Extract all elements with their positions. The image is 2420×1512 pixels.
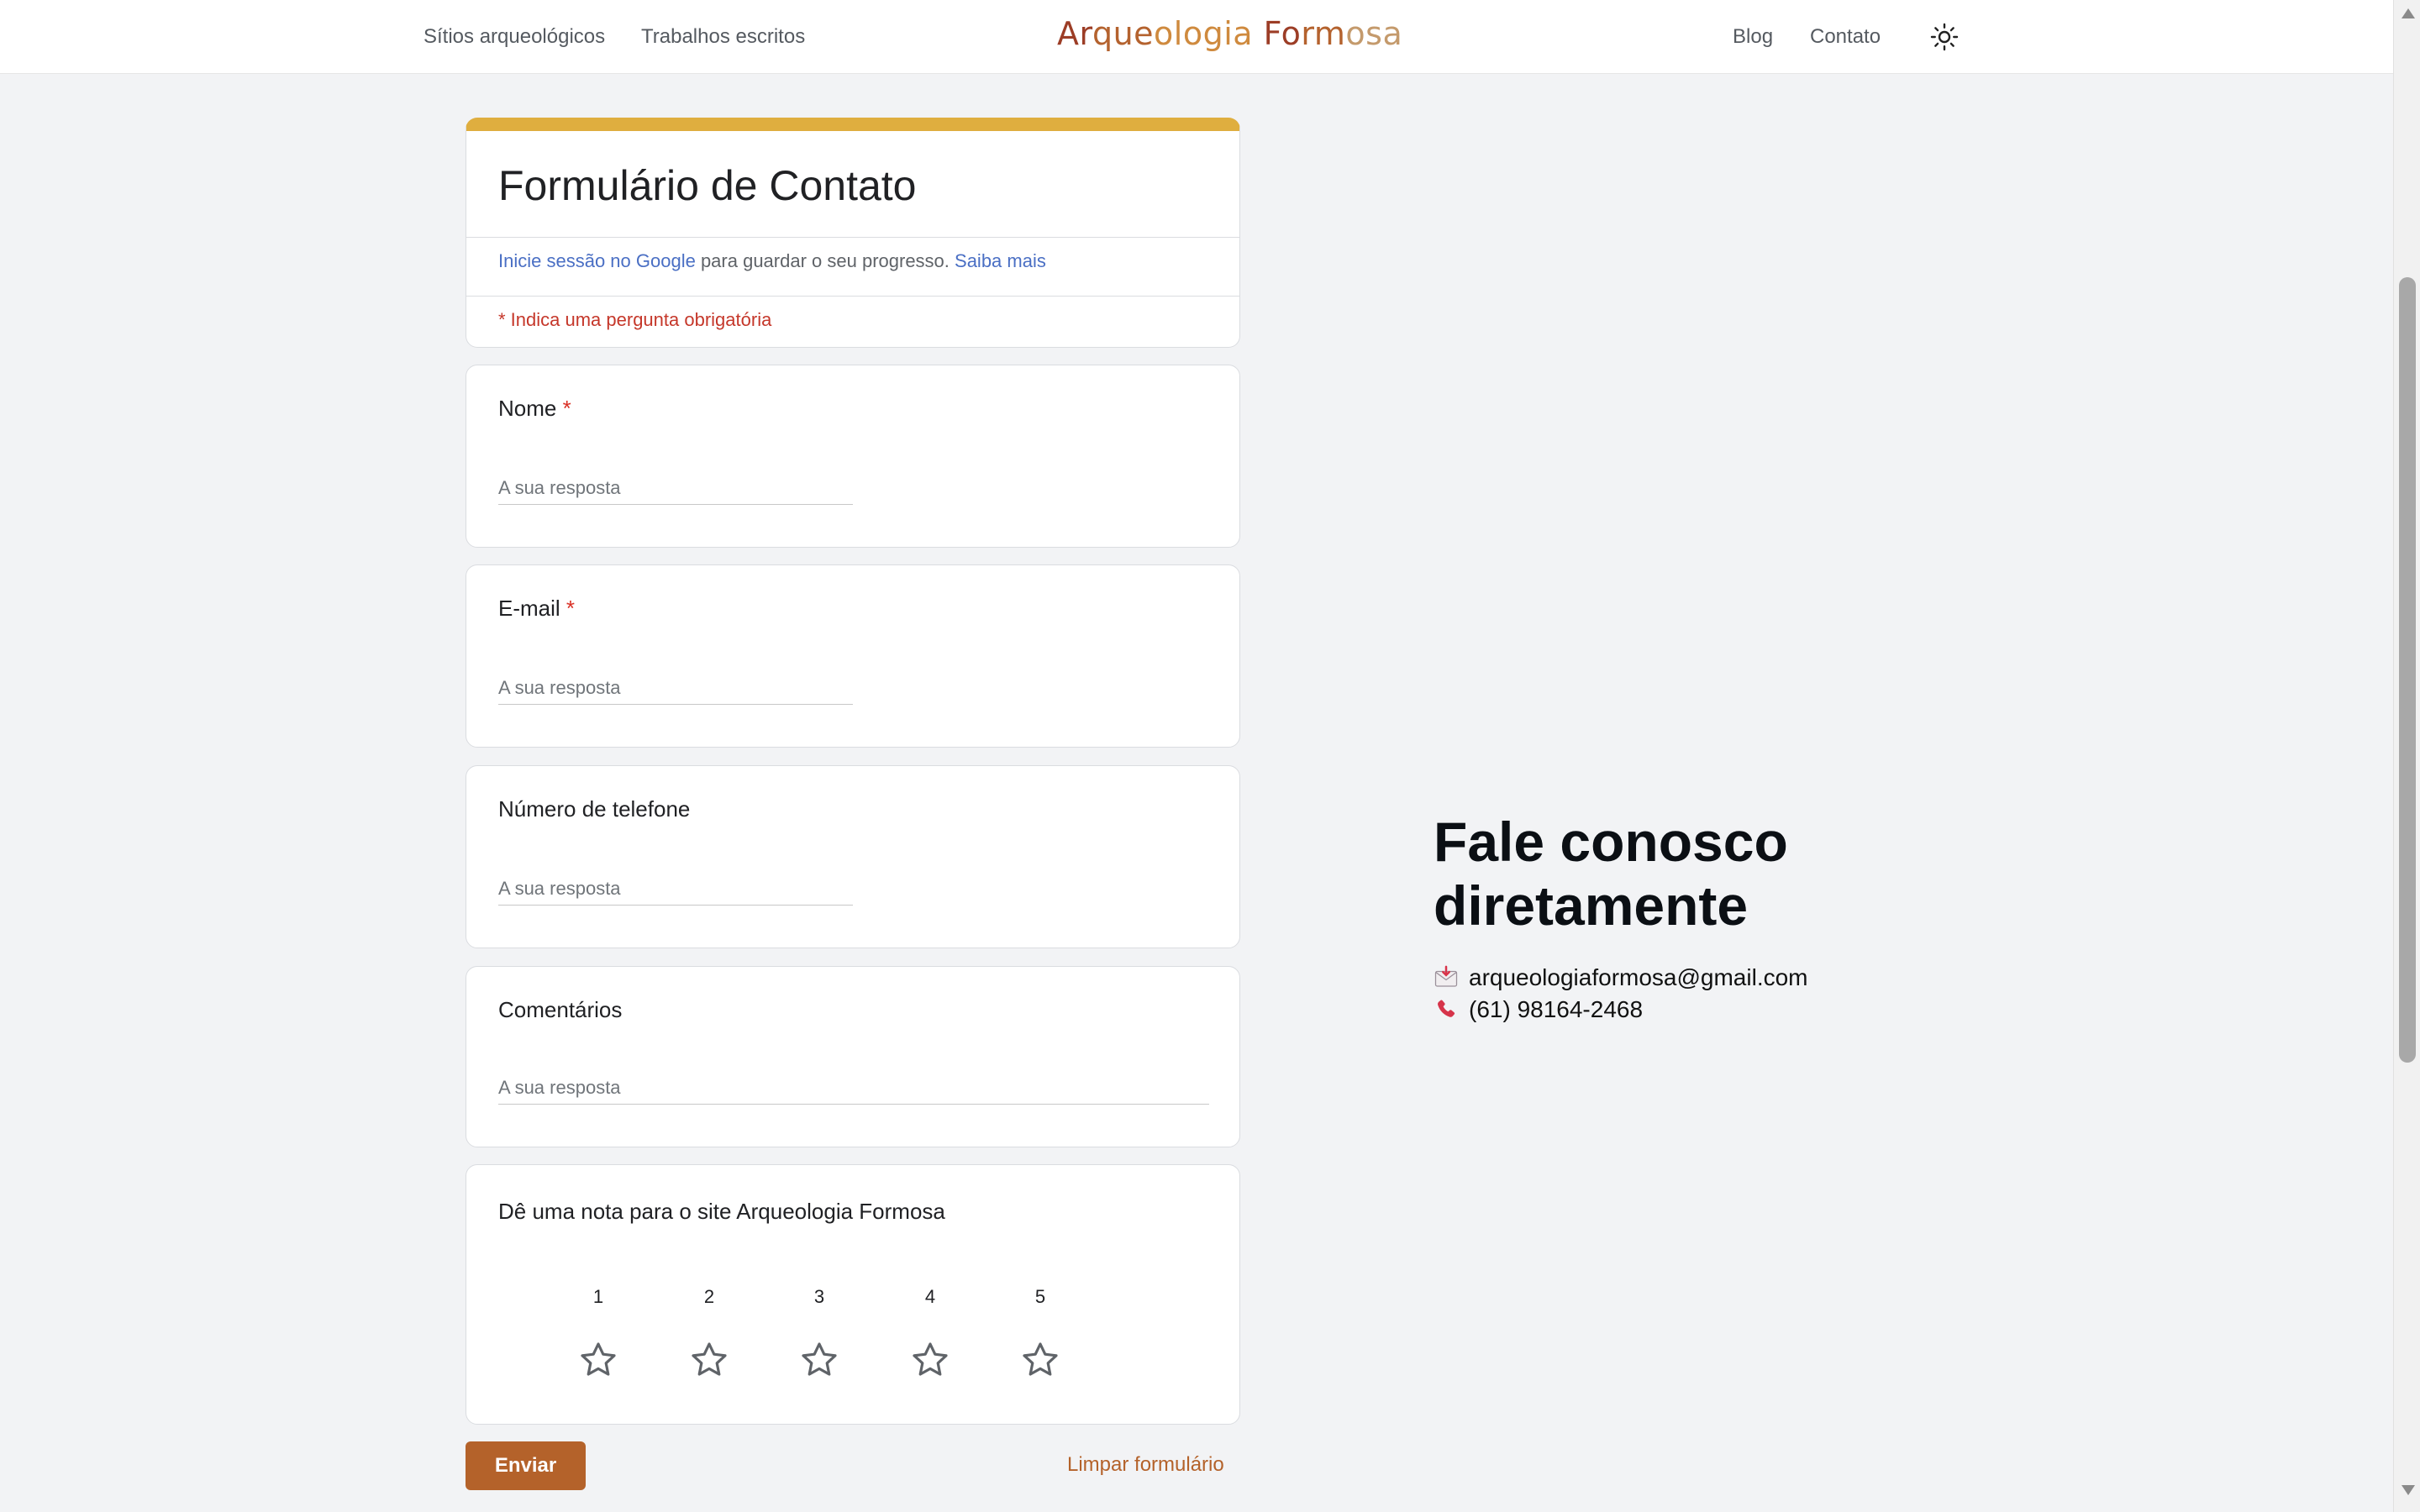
signin-notice: Inicie sessão no Google para guardar o s… bbox=[498, 250, 1046, 272]
comments-input[interactable] bbox=[498, 1071, 1209, 1105]
logo-part: rm bbox=[1301, 15, 1346, 52]
logo-part: que bbox=[1092, 15, 1155, 52]
rating-scale-labels: 1 2 3 4 5 bbox=[466, 1286, 1239, 1311]
site-logo[interactable]: Arqueologia Formosa bbox=[1057, 15, 1402, 52]
phone-input[interactable] bbox=[498, 872, 853, 906]
star-outline-icon[interactable] bbox=[799, 1340, 839, 1380]
rating-number: 2 bbox=[703, 1286, 715, 1307]
submit-button[interactable]: Enviar bbox=[466, 1441, 586, 1490]
nav-link-blog[interactable]: Blog bbox=[1733, 25, 1773, 49]
learn-more-link[interactable]: Saiba mais bbox=[955, 250, 1046, 271]
name-input[interactable] bbox=[498, 471, 853, 505]
nav-link-trabalhos[interactable]: Trabalhos escritos bbox=[641, 25, 805, 49]
contact-email-link[interactable]: arqueologiaformosa@gmail.com bbox=[1469, 964, 1808, 991]
question-card-nome: Nome * bbox=[466, 365, 1240, 548]
question-label-text: E-mail bbox=[498, 596, 560, 621]
form-header-card: Formulário de Contato Inicie sessão no G… bbox=[466, 118, 1240, 348]
star-outline-icon[interactable] bbox=[578, 1340, 618, 1380]
question-label-text: Comentários bbox=[498, 997, 623, 1022]
question-label: E-mail * bbox=[498, 596, 575, 622]
question-card-telefone: Número de telefone bbox=[466, 765, 1240, 948]
envelope-icon bbox=[1434, 965, 1458, 987]
logo-part: ologia bbox=[1154, 15, 1254, 52]
phone-icon bbox=[1438, 1000, 1455, 1017]
theme-toggle-button[interactable] bbox=[1929, 22, 1960, 52]
question-label: Comentários bbox=[498, 997, 622, 1023]
required-asterisk: * bbox=[562, 396, 571, 421]
star-outline-icon[interactable] bbox=[910, 1340, 950, 1380]
logo-part: Ar bbox=[1057, 15, 1092, 52]
question-label: Nome * bbox=[498, 396, 571, 422]
star-outline-icon[interactable] bbox=[1020, 1340, 1060, 1380]
top-navbar: Sítios arqueológicos Trabalhos escritos … bbox=[0, 0, 2393, 74]
rating-number: 4 bbox=[924, 1286, 936, 1307]
scroll-down-arrow-icon[interactable] bbox=[2402, 1485, 2415, 1495]
question-card-comentarios: Comentários bbox=[466, 966, 1240, 1147]
nav-link-sitios[interactable]: Sítios arqueológicos bbox=[424, 25, 605, 49]
question-card-rating: Dê uma nota para o site Arqueologia Form… bbox=[466, 1164, 1240, 1425]
question-label-text: Nome bbox=[498, 396, 557, 421]
contact-email-line: arqueologiaformosa@gmail.com bbox=[1434, 964, 1808, 991]
scroll-thumb[interactable] bbox=[2399, 277, 2416, 1063]
contact-heading: Fale conosco diretamente bbox=[1434, 811, 1788, 937]
scroll-up-arrow-icon[interactable] bbox=[2402, 8, 2415, 18]
required-asterisk: * bbox=[566, 596, 576, 621]
nav-link-contato[interactable]: Contato bbox=[1810, 25, 1881, 49]
rating-number: 3 bbox=[813, 1286, 825, 1307]
page-scrollbar[interactable] bbox=[2393, 0, 2420, 1512]
question-label-text: Dê uma nota para o site Arqueologia Form… bbox=[498, 1199, 945, 1224]
rating-number: 5 bbox=[1034, 1286, 1046, 1307]
question-label-text: Número de telefone bbox=[498, 796, 691, 822]
signin-notice-text: para guardar o seu progresso. bbox=[695, 250, 955, 271]
contact-phone-line: (61) 98164-2468 bbox=[1434, 996, 1643, 1023]
rating-number: 1 bbox=[592, 1286, 604, 1307]
required-note: * Indica uma pergunta obrigatória bbox=[498, 309, 772, 330]
contact-phone-text: (61) 98164-2468 bbox=[1469, 996, 1644, 1022]
question-card-email: E-mail * bbox=[466, 564, 1240, 748]
logo-part: Fo bbox=[1253, 15, 1302, 52]
logo-part: osa bbox=[1345, 15, 1403, 52]
star-outline-icon[interactable] bbox=[689, 1340, 729, 1380]
question-label: Número de telefone bbox=[498, 796, 690, 822]
google-signin-link[interactable]: Inicie sessão no Google bbox=[498, 250, 696, 271]
divider bbox=[466, 296, 1239, 297]
clear-form-link[interactable]: Limpar formulário bbox=[1067, 1453, 1224, 1477]
form-title: Formulário de Contato bbox=[498, 162, 917, 209]
sun-icon bbox=[1930, 23, 1959, 51]
divider bbox=[466, 237, 1239, 238]
email-input[interactable] bbox=[498, 671, 853, 705]
